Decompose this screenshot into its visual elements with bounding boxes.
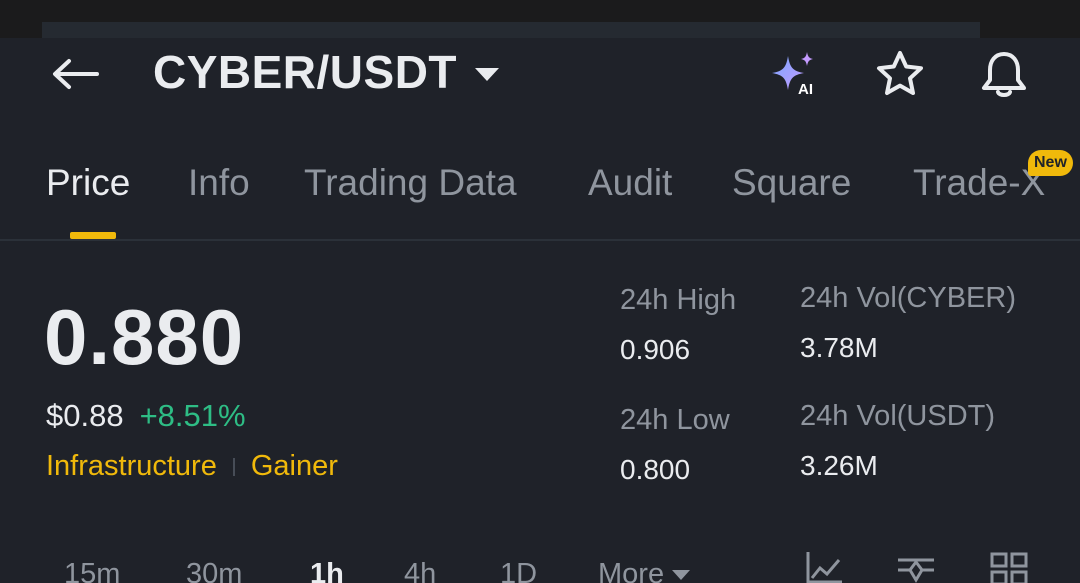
pair-selector[interactable]: CYBER/USDT bbox=[153, 44, 500, 100]
ai-badge-text: AI bbox=[798, 81, 813, 98]
tab-trade-x[interactable]: Trade-X bbox=[913, 162, 1045, 204]
caret-down-icon bbox=[475, 67, 500, 81]
chart-line-icon bbox=[806, 552, 842, 583]
back-button[interactable] bbox=[50, 54, 100, 94]
interval-15m[interactable]: 15m bbox=[64, 558, 120, 583]
status-bar-inner bbox=[42, 22, 980, 38]
depth-button[interactable] bbox=[894, 548, 938, 583]
tab-info[interactable]: Info bbox=[188, 162, 250, 204]
favorite-button[interactable] bbox=[872, 48, 928, 100]
vol-base-value: 3.78M bbox=[800, 332, 878, 363]
detail-tabs: Price Info Trading Data Audit Square Tra… bbox=[0, 150, 1080, 240]
tab-trading-data[interactable]: Trading Data bbox=[304, 162, 517, 204]
interval-30m[interactable]: 30m bbox=[186, 558, 242, 583]
new-badge: New bbox=[1028, 150, 1073, 176]
active-tab-indicator bbox=[70, 232, 116, 239]
tab-square[interactable]: Square bbox=[732, 162, 851, 204]
category-tags: Infrastructure Gainer bbox=[46, 450, 338, 483]
depth-chart-icon bbox=[898, 558, 934, 583]
interval-1h[interactable]: 1h bbox=[310, 558, 344, 583]
tab-audit[interactable]: Audit bbox=[588, 162, 672, 204]
more-caret-icon bbox=[672, 570, 691, 581]
usd-price-row: $0.88 +8.51% bbox=[46, 398, 246, 434]
interval-1d[interactable]: 1D bbox=[500, 558, 537, 583]
star-icon bbox=[877, 51, 923, 95]
ai-button[interactable]: AI bbox=[766, 48, 822, 100]
price-change-percent: +8.51% bbox=[139, 398, 246, 433]
tag-separator bbox=[232, 457, 235, 476]
interval-more[interactable]: More bbox=[598, 558, 691, 583]
back-arrow-icon bbox=[53, 59, 99, 89]
indicator-button[interactable] bbox=[802, 548, 846, 583]
interval-more-label: More bbox=[598, 558, 665, 583]
grid-icon bbox=[990, 552, 1028, 583]
status-bar-strip bbox=[0, 0, 1080, 38]
usd-price: $0.88 bbox=[46, 398, 124, 433]
low-label: 24h Low bbox=[620, 404, 730, 436]
vol-quote-value: 3.26M bbox=[800, 450, 878, 481]
alert-button[interactable] bbox=[976, 48, 1032, 100]
layout-grid-button[interactable] bbox=[988, 548, 1032, 583]
ai-sparkle-icon: AI bbox=[772, 52, 813, 98]
bell-icon bbox=[982, 52, 1026, 97]
high-value: 0.906 bbox=[620, 334, 691, 365]
last-price: 0.880 bbox=[44, 293, 245, 381]
tag-gainer[interactable]: Gainer bbox=[251, 450, 338, 483]
tag-infrastructure[interactable]: Infrastructure bbox=[46, 450, 217, 483]
vol-base-label: 24h Vol(CYBER) bbox=[800, 282, 1016, 314]
low-value: 0.800 bbox=[620, 454, 691, 485]
tab-price[interactable]: Price bbox=[46, 162, 130, 204]
high-label: 24h High bbox=[620, 284, 737, 316]
tabs-divider bbox=[0, 239, 1080, 241]
pair-title: CYBER/USDT bbox=[153, 46, 458, 98]
vol-quote-label: 24h Vol(USDT) bbox=[800, 400, 996, 432]
interval-4h[interactable]: 4h bbox=[404, 558, 436, 583]
